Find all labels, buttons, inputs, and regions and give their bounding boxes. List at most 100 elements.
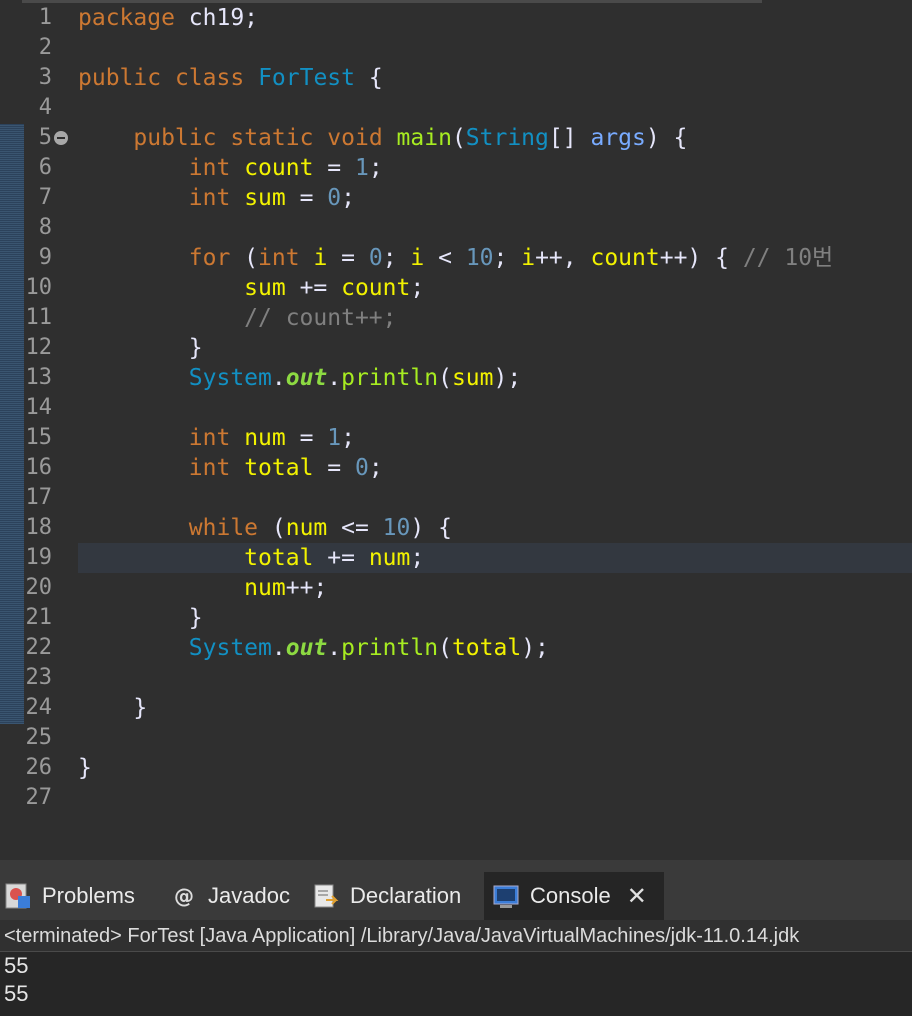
code-line[interactable]: 26} xyxy=(0,753,912,783)
code-text: // count++; xyxy=(78,303,396,333)
code-token: ForTest xyxy=(258,65,355,91)
code-token: // 10번 xyxy=(742,245,834,271)
code-token: . xyxy=(271,365,286,391)
code-line[interactable]: 17 xyxy=(0,483,912,513)
tab-label: Console xyxy=(530,883,611,908)
code-token: [] xyxy=(548,125,591,151)
code-line[interactable]: 3 public class ForTest { xyxy=(0,63,912,93)
code-line[interactable]: 11 // count++; xyxy=(0,303,912,333)
close-icon[interactable]: ✕ xyxy=(627,882,647,910)
code-token: public xyxy=(133,125,217,151)
code-token: int xyxy=(258,245,300,271)
code-line[interactable]: 15 int num = 1; xyxy=(0,423,912,453)
code-line[interactable]: 5 public static void main(String[] args)… xyxy=(0,123,912,153)
code-editor[interactable]: 1 package ch19; 2 3 public class ForTest {4 5… xyxy=(0,0,912,860)
code-line[interactable]: 13 System.out.println(sum); xyxy=(0,363,912,393)
code-line[interactable]: 27 xyxy=(0,783,912,813)
code-line[interactable]: 22 System.out.println(total); xyxy=(0,633,912,663)
line-number: 14 xyxy=(25,395,53,420)
panel-tab-bar: Problems @ Javadoc Declaration Console ✕ xyxy=(0,872,912,920)
code-line[interactable]: 8 xyxy=(0,213,912,243)
code-text: public static void main(String[] args) { xyxy=(78,123,687,153)
code-token: ; xyxy=(493,245,522,271)
tab-console[interactable]: Console ✕ xyxy=(484,872,664,920)
tab-javadoc[interactable]: @ Javadoc xyxy=(170,872,305,920)
code-line[interactable]: 19 total += num; xyxy=(0,543,912,573)
line-number: 3 xyxy=(38,65,52,90)
code-line[interactable]: 14 xyxy=(0,393,912,423)
code-token: ; xyxy=(382,245,411,271)
code-token: ( xyxy=(438,365,452,391)
code-token: ; xyxy=(368,155,383,181)
code-token: total xyxy=(451,635,522,661)
line-number: 23 xyxy=(25,665,53,690)
code-token: 0 xyxy=(327,185,342,211)
collapse-icon[interactable] xyxy=(54,131,68,145)
code-token: String xyxy=(465,125,549,151)
code-line[interactable]: 7 int sum = 0; xyxy=(0,183,912,213)
code-token: ++) { xyxy=(659,245,743,271)
line-number: 21 xyxy=(25,605,53,630)
console-icon xyxy=(492,882,520,910)
code-token: int xyxy=(188,185,231,211)
code-line[interactable]: 18 while (num <= 10) { xyxy=(0,513,912,543)
code-token: num xyxy=(244,425,286,451)
code-token: ; xyxy=(410,275,425,301)
code-line[interactable]: 12 } xyxy=(0,333,912,363)
line-number: 11 xyxy=(25,305,53,330)
line-number: 19 xyxy=(25,545,53,570)
code-text: int num = 1; xyxy=(78,423,355,453)
code-token: System xyxy=(188,635,272,661)
code-text: } xyxy=(78,603,203,633)
code-line[interactable]: 25 xyxy=(0,723,912,753)
problems-icon xyxy=(4,882,32,910)
code-line[interactable]: 24 } xyxy=(0,693,912,723)
code-token: args xyxy=(590,125,646,151)
code-line[interactable]: 1 package ch19; xyxy=(0,3,912,33)
code-line[interactable]: 21 } xyxy=(0,603,912,633)
line-number: 12 xyxy=(25,335,53,360)
code-token: ( xyxy=(230,245,259,271)
line-number: 10 xyxy=(25,275,53,300)
code-line[interactable]: 23 xyxy=(0,663,912,693)
code-token: } xyxy=(78,335,203,361)
code-token: <= xyxy=(327,515,383,541)
tab-problems[interactable]: Problems xyxy=(4,872,154,920)
code-line[interactable]: 10 sum += count; xyxy=(0,273,912,303)
console-line: 55 xyxy=(4,953,29,978)
code-line[interactable]: 16 int total = 0; xyxy=(0,453,912,483)
code-token: int xyxy=(188,455,231,481)
code-token: count xyxy=(590,245,660,271)
line-number: 16 xyxy=(25,455,53,480)
code-token: . xyxy=(327,365,342,391)
code-text: int count = 1; xyxy=(78,153,383,183)
tab-declaration[interactable]: Declaration xyxy=(312,872,477,920)
code-text: } xyxy=(78,693,147,723)
line-number: 1 xyxy=(38,5,52,30)
code-line[interactable]: 2 xyxy=(0,33,912,63)
panel-sash[interactable] xyxy=(0,860,912,872)
code-token: } xyxy=(78,695,148,721)
code-line[interactable]: 4 xyxy=(0,93,912,123)
code-text: public class ForTest { xyxy=(78,63,383,93)
code-token: void xyxy=(327,125,383,151)
code-line[interactable]: 6 int count = 1; xyxy=(0,153,912,183)
line-number: 22 xyxy=(25,635,53,660)
code-text: for (int i = 0; i < 10; i++, count++) { … xyxy=(78,243,833,273)
code-line[interactable]: 9 for (int i = 0; i < 10; i++, count++) … xyxy=(0,243,912,273)
console-output[interactable]: 55 55 xyxy=(4,952,28,1008)
line-number: 8 xyxy=(38,215,52,240)
code-token: i xyxy=(521,245,536,271)
code-line[interactable]: 20 num++; xyxy=(0,573,912,603)
code-token: 10 xyxy=(465,245,494,271)
code-token: public xyxy=(78,65,162,91)
code-token: ) { xyxy=(645,125,688,151)
code-token: ++; xyxy=(285,575,328,601)
